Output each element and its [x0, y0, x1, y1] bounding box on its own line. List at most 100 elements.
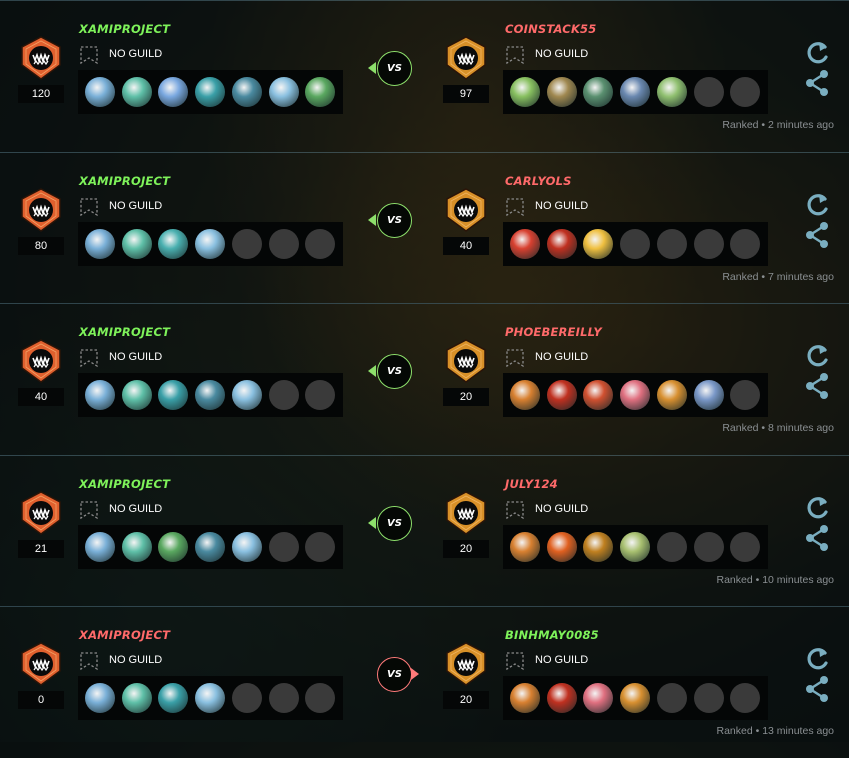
share-button[interactable]: [804, 524, 830, 552]
vs-badge: VS: [377, 354, 412, 389]
win-arrow-left-icon: [368, 214, 376, 226]
monster-card-icon[interactable]: [121, 77, 152, 107]
monster-card-icon[interactable]: [583, 532, 614, 562]
guild-banner-icon: [505, 45, 525, 65]
league-badge-icon: [446, 642, 486, 686]
player-name[interactable]: XAMIPROJECT: [79, 628, 170, 642]
monster-card-icon[interactable]: [510, 683, 540, 713]
empty-card-slot: [693, 532, 724, 562]
share-icon: [806, 373, 828, 399]
guild-name: NO GUILD: [109, 654, 163, 666]
monster-card-icon[interactable]: [231, 77, 262, 107]
monster-card-icon[interactable]: [158, 532, 189, 562]
monster-card-icon[interactable]: [158, 229, 189, 259]
monster-card-icon[interactable]: [510, 77, 540, 107]
guild-name: NO GUILD: [109, 503, 163, 515]
share-button[interactable]: [804, 675, 830, 703]
monster-card-icon[interactable]: [85, 77, 115, 107]
share-button[interactable]: [804, 221, 830, 249]
win-arrow-left-icon: [368, 365, 376, 377]
player-rating: 97: [443, 85, 489, 103]
share-button[interactable]: [804, 372, 830, 400]
monster-card-icon[interactable]: [158, 380, 189, 410]
monster-card-icon[interactable]: [510, 532, 540, 562]
empty-card-slot: [693, 77, 724, 107]
share-icon: [806, 525, 828, 551]
win-arrow-left-icon: [368, 517, 376, 529]
monster-card-icon[interactable]: [85, 229, 115, 259]
monster-card-icon[interactable]: [583, 380, 614, 410]
monster-card-icon[interactable]: [620, 77, 651, 107]
player-name[interactable]: XAMIPROJECT: [79, 22, 170, 36]
monster-card-icon[interactable]: [85, 380, 115, 410]
team-lineup: [503, 676, 768, 720]
monster-card-icon[interactable]: [620, 683, 651, 713]
monster-card-icon[interactable]: [510, 229, 540, 259]
player-name[interactable]: BINHMAY0085: [505, 628, 599, 642]
league-badge-icon: [443, 35, 489, 81]
monster-card-icon[interactable]: [268, 77, 299, 107]
replay-button[interactable]: [804, 191, 830, 219]
team-lineup: [78, 222, 343, 266]
player-name[interactable]: CARLYOLS: [505, 174, 572, 188]
monster-card-icon[interactable]: [510, 380, 540, 410]
monster-card-icon[interactable]: [195, 229, 226, 259]
monster-card-icon[interactable]: [231, 532, 262, 562]
empty-card-slot: [268, 380, 299, 410]
replay-button[interactable]: [804, 645, 830, 673]
monster-card-icon[interactable]: [546, 77, 577, 107]
league-badge-icon: [21, 642, 61, 686]
guild-banner-icon: [505, 348, 525, 368]
monster-card-icon[interactable]: [620, 532, 651, 562]
league-badge-icon: [18, 35, 64, 81]
monster-card-icon[interactable]: [546, 683, 577, 713]
team-lineup: [78, 70, 343, 114]
monster-card-icon[interactable]: [121, 683, 152, 713]
monster-card-icon[interactable]: [158, 683, 189, 713]
monster-card-icon[interactable]: [158, 77, 189, 107]
monster-card-icon[interactable]: [195, 532, 226, 562]
monster-card-icon[interactable]: [656, 77, 687, 107]
share-icon: [806, 676, 828, 702]
team-lineup: [503, 373, 768, 417]
player-name[interactable]: COINSTACK55: [505, 22, 596, 36]
guild-name: NO GUILD: [109, 351, 163, 363]
monster-card-icon[interactable]: [121, 532, 152, 562]
replay-button[interactable]: [804, 342, 830, 370]
monster-card-icon[interactable]: [546, 532, 577, 562]
player-name[interactable]: XAMIPROJECT: [79, 174, 170, 188]
player-name[interactable]: XAMIPROJECT: [79, 325, 170, 339]
league-badge-icon: [446, 339, 486, 383]
share-button[interactable]: [804, 69, 830, 97]
monster-card-icon[interactable]: [195, 77, 226, 107]
monster-card-icon[interactable]: [546, 229, 577, 259]
replay-button[interactable]: [804, 39, 830, 67]
battle-timestamp: Ranked • 13 minutes ago: [716, 725, 835, 737]
monster-card-icon[interactable]: [231, 380, 262, 410]
monster-card-icon[interactable]: [583, 683, 614, 713]
monster-card-icon[interactable]: [620, 380, 651, 410]
monster-card-icon[interactable]: [121, 229, 152, 259]
battle-row: 0 XAMIPROJECT NO GUILD 20 BINHMAY0085 NO GUIL…: [0, 606, 849, 758]
player-name[interactable]: XAMIPROJECT: [79, 477, 170, 491]
empty-card-slot: [656, 229, 687, 259]
monster-card-icon[interactable]: [195, 380, 226, 410]
monster-card-icon[interactable]: [195, 683, 226, 713]
player-name[interactable]: PHOEBEREILLY: [505, 325, 602, 339]
guild-name: NO GUILD: [535, 351, 589, 363]
guild-name: NO GUILD: [535, 200, 589, 212]
monster-card-icon[interactable]: [85, 683, 115, 713]
empty-card-slot: [730, 683, 761, 713]
monster-card-icon[interactable]: [546, 380, 577, 410]
monster-card-icon[interactable]: [693, 380, 724, 410]
monster-card-icon[interactable]: [121, 380, 152, 410]
monster-card-icon[interactable]: [583, 229, 614, 259]
player-name[interactable]: JULY124: [505, 477, 558, 491]
team-lineup: [503, 222, 768, 266]
replay-button[interactable]: [804, 494, 830, 522]
league-badge-icon: [18, 641, 64, 687]
monster-card-icon[interactable]: [85, 532, 115, 562]
monster-card-icon[interactable]: [583, 77, 614, 107]
monster-card-icon[interactable]: [305, 77, 336, 107]
monster-card-icon[interactable]: [656, 380, 687, 410]
